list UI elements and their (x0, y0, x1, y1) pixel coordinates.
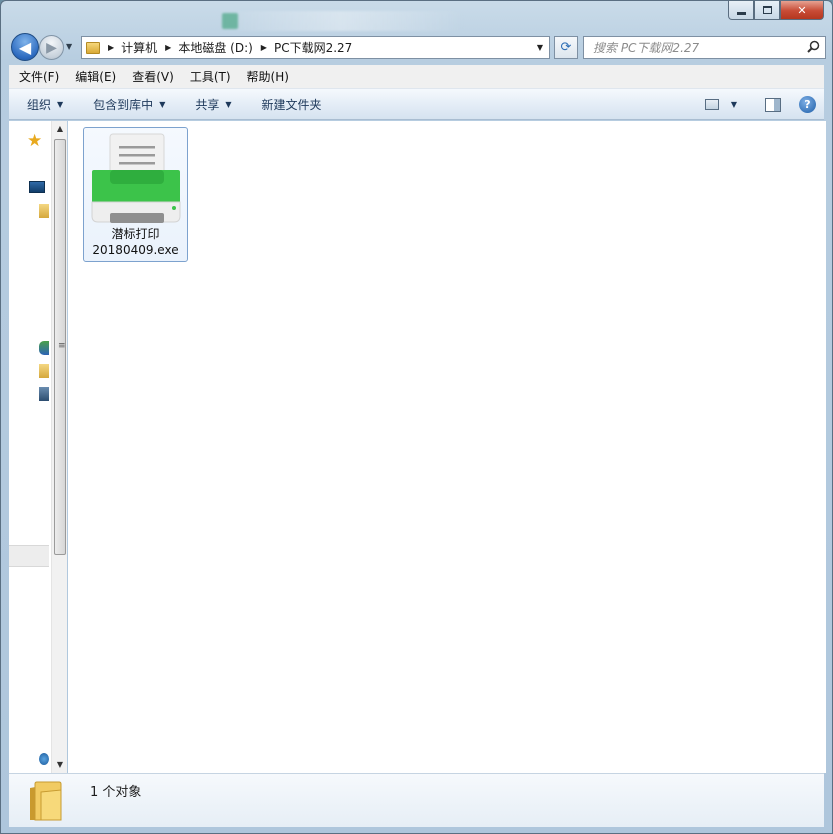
explorer-window: ✕ ◀ ▶ ▼ ▶ 计算机 ▶ 本地磁盘 (D:) ▶ PC下载网2.27 ▼ … (0, 0, 833, 834)
share-button[interactable]: 共享 ▼ (195, 96, 231, 113)
file-item[interactable]: 潜标打印 20180409.exe (83, 127, 188, 262)
organize-label: 组织 (27, 97, 52, 112)
help-icon[interactable]: ? (799, 96, 816, 113)
menu-tools[interactable]: 工具(T) (180, 68, 237, 85)
item-count-text: 1 个对象 (90, 785, 142, 800)
desktop-icon[interactable] (29, 181, 45, 193)
back-arrow-icon: ◀ (18, 37, 32, 57)
back-button[interactable]: ◀ (11, 33, 39, 61)
computer-icon[interactable] (39, 364, 49, 378)
view-controls: ▼ ? (704, 89, 824, 120)
globe-icon[interactable] (39, 753, 49, 765)
file-name-line1: 潜标打印 (111, 227, 160, 241)
menu-help[interactable]: 帮助(H) (237, 68, 295, 85)
search-input[interactable]: 搜索 PC下载网2.27 (593, 39, 807, 56)
close-icon: ✕ (797, 3, 807, 17)
new-folder-button[interactable]: 新建文件夹 (262, 96, 322, 113)
navigation-bar: ◀ ▶ ▼ ▶ 计算机 ▶ 本地磁盘 (D:) ▶ PC下载网2.27 ▼ ⟳ … (9, 33, 826, 61)
include-in-library-label: 包含到库中 (93, 97, 154, 112)
maximize-icon (762, 6, 772, 14)
refresh-button[interactable]: ⟳ (554, 36, 578, 59)
nav-pane-gap (9, 545, 49, 567)
minimize-button[interactable] (728, 1, 754, 20)
forward-arrow-icon: ▶ (46, 39, 57, 56)
change-view-icon[interactable] (704, 99, 719, 110)
view-options-dropdown[interactable]: ▼ (731, 100, 737, 109)
refresh-icon: ⟳ (560, 40, 572, 55)
printer-icon (91, 133, 181, 223)
organize-button[interactable]: 组织 ▼ (27, 96, 63, 113)
breadcrumb-drive-d[interactable]: 本地磁盘 (D:) (178, 39, 252, 56)
window-title-blurred (216, 11, 466, 31)
file-list[interactable]: 潜标打印 20180409.exe (68, 121, 826, 773)
nav-pane-scrollbar[interactable]: ▲ ≡ ▼ (51, 121, 67, 773)
menu-file[interactable]: 文件(F) (9, 68, 65, 85)
recent-pages-dropdown[interactable]: ▼ (66, 42, 72, 51)
libraries-icon[interactable] (39, 204, 49, 218)
details-pane: 1 个对象 (9, 773, 824, 827)
chevron-right-icon[interactable]: ▶ (165, 43, 171, 52)
folder-icon (86, 41, 100, 54)
chevron-right-icon[interactable]: ▶ (108, 43, 114, 52)
navigation-pane: ★ ▲ ≡ ▼ (9, 121, 67, 773)
caption-buttons: ✕ (728, 1, 824, 20)
breadcrumb-current-folder[interactable]: PC下载网2.27 (274, 39, 352, 56)
caret-down-icon: ▼ (57, 99, 64, 109)
forward-button[interactable]: ▶ (39, 35, 64, 60)
address-dropdown-button[interactable]: ▼ (531, 37, 549, 58)
menu-view[interactable]: 查看(V) (122, 68, 180, 85)
file-name-line2: 20180409.exe (92, 243, 179, 257)
chevron-right-icon[interactable]: ▶ (261, 43, 267, 52)
close-button[interactable]: ✕ (780, 1, 824, 20)
breadcrumb-computer[interactable]: 计算机 (121, 39, 157, 56)
nav-tree: ★ (9, 121, 51, 773)
command-bar: 组织 ▼ 包含到库中 ▼ 共享 ▼ 新建文件夹 ▼ ? (9, 89, 824, 120)
folder-icon (30, 781, 62, 821)
scroll-down-arrow-icon[interactable]: ▼ (52, 757, 68, 773)
share-label: 共享 (195, 97, 220, 112)
search-box[interactable]: 搜索 PC下载网2.27 (583, 36, 826, 59)
scrollbar-thumb[interactable]: ≡ (54, 139, 66, 555)
homegroup-icon[interactable] (39, 341, 49, 355)
minimize-icon (736, 11, 746, 15)
scroll-grip-icon: ≡ (58, 341, 66, 351)
menu-edit[interactable]: 编辑(E) (65, 68, 122, 85)
app-icon (222, 13, 238, 29)
new-folder-label: 新建文件夹 (261, 97, 322, 112)
caret-down-icon: ▼ (159, 99, 166, 109)
caret-down-icon: ▼ (225, 99, 232, 109)
include-in-library-button[interactable]: 包含到库中 ▼ (93, 96, 165, 113)
maximize-button[interactable] (754, 1, 780, 20)
menu-bar: 文件(F) 编辑(E) 查看(V) 工具(T) 帮助(H) (9, 65, 824, 89)
network-icon[interactable] (39, 387, 49, 401)
scroll-up-arrow-icon[interactable]: ▲ (52, 121, 68, 137)
file-name-label: 潜标打印 20180409.exe (84, 226, 187, 258)
search-icon[interactable] (807, 40, 825, 56)
preview-pane-icon[interactable] (765, 97, 781, 112)
address-bar[interactable]: ▶ 计算机 ▶ 本地磁盘 (D:) ▶ PC下载网2.27 ▼ (81, 36, 550, 59)
favorites-star-icon[interactable]: ★ (27, 131, 42, 151)
